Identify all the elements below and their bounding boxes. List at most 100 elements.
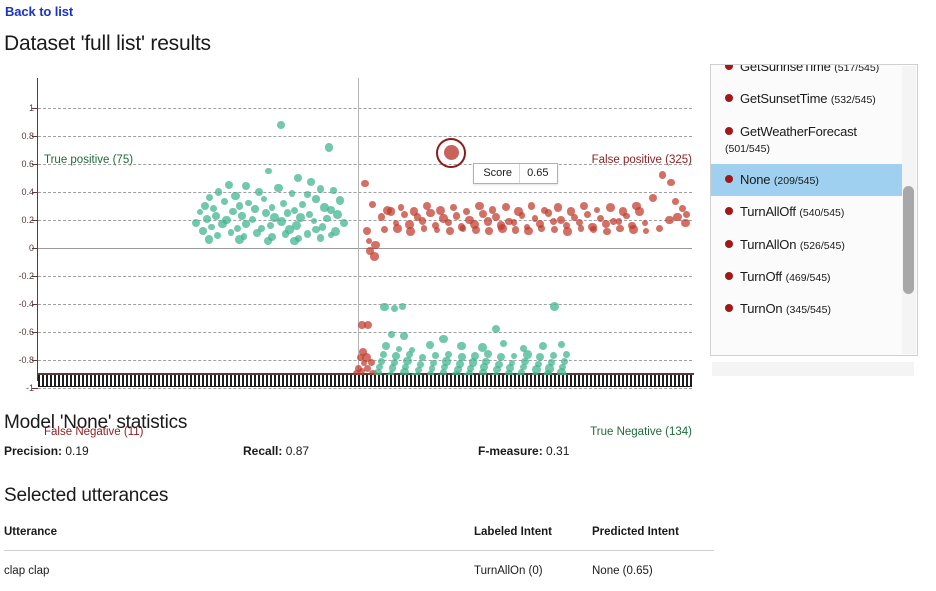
scatter-point[interactable] xyxy=(330,187,336,193)
scatter-point[interactable] xyxy=(472,226,480,234)
legend-item-none[interactable]: None (209/545) xyxy=(711,164,903,196)
column-header-utterance[interactable]: Utterance xyxy=(4,526,474,551)
scatter-point[interactable] xyxy=(514,207,522,215)
scatter-point[interactable] xyxy=(391,305,398,312)
scatter-point[interactable] xyxy=(563,351,570,358)
scatter-point[interactable] xyxy=(282,230,289,237)
scatter-point[interactable] xyxy=(261,196,267,202)
scatter-point[interactable] xyxy=(432,352,439,359)
scatter-point[interactable] xyxy=(358,321,366,329)
scatter-chart[interactable]: 1 0.8 0.6 0.4 0.2 0 -0.2 -0.4 -0.6 -0.8 -1 Score 0… xyxy=(0,70,700,385)
scatter-point[interactable] xyxy=(632,202,640,210)
scatter-point[interactable] xyxy=(538,225,544,231)
legend-vertical-scrollbar-track[interactable] xyxy=(902,66,916,354)
scatter-point[interactable] xyxy=(665,216,674,225)
scatter-point[interactable] xyxy=(277,217,286,226)
scatter-point[interactable] xyxy=(590,226,597,233)
scatter-point[interactable] xyxy=(603,228,610,235)
scatter-point[interactable] xyxy=(683,211,690,218)
scatter-point[interactable] xyxy=(524,227,533,236)
scatter-point[interactable] xyxy=(323,215,330,222)
scatter-point[interactable] xyxy=(554,203,563,212)
scatter-point[interactable] xyxy=(606,203,615,212)
scatter-point[interactable] xyxy=(265,168,272,175)
scatter-point[interactable] xyxy=(262,209,270,217)
scatter-point[interactable] xyxy=(512,226,520,234)
scatter-point[interactable] xyxy=(667,179,674,186)
scatter-point[interactable] xyxy=(311,218,317,224)
scatter-point[interactable] xyxy=(242,220,249,227)
scatter-point[interactable] xyxy=(629,225,638,234)
scatter-point[interactable] xyxy=(445,219,452,226)
legend-vertical-scrollbar-thumb[interactable] xyxy=(903,186,914,294)
scatter-point[interactable] xyxy=(238,212,246,220)
scatter-point[interactable] xyxy=(388,331,395,338)
scatter-point[interactable] xyxy=(229,208,237,216)
legend-item-getweatherforecast[interactable]: GetWeatherForecast (501/545) xyxy=(711,116,903,165)
scatter-point[interactable] xyxy=(396,346,402,352)
scatter-point[interactable] xyxy=(325,143,334,152)
scatter-point[interactable] xyxy=(218,220,226,228)
scatter-point[interactable] xyxy=(251,205,259,213)
scatter-point[interactable] xyxy=(299,201,306,208)
scatter-point[interactable] xyxy=(492,325,500,333)
scatter-point[interactable] xyxy=(498,224,507,233)
scatter-point[interactable] xyxy=(672,198,679,205)
scatter-point[interactable] xyxy=(304,230,312,238)
scatter-point[interactable] xyxy=(291,207,298,214)
scatter-point[interactable] xyxy=(235,235,244,244)
scatter-point[interactable] xyxy=(439,335,447,343)
scatter-point[interactable] xyxy=(558,341,565,348)
scatter-point[interactable] xyxy=(616,218,622,224)
scatter-point[interactable] xyxy=(312,226,319,233)
scatter-point[interactable] xyxy=(410,207,418,215)
scatter-point[interactable] xyxy=(539,342,548,351)
scatter-point[interactable] xyxy=(643,228,649,234)
scatter-point[interactable] xyxy=(450,204,457,211)
scatter-point[interactable] xyxy=(307,178,315,186)
scatter-point[interactable] xyxy=(269,204,275,210)
scatter-point[interactable] xyxy=(304,191,311,198)
scatter-point[interactable] xyxy=(289,190,295,196)
scatter-point[interactable] xyxy=(333,210,342,219)
back-to-list-link[interactable]: Back to list xyxy=(5,4,73,19)
scatter-point[interactable] xyxy=(436,206,445,215)
scatter-point[interactable] xyxy=(399,303,406,310)
scatter-point[interactable] xyxy=(234,225,241,232)
scatter-point[interactable] xyxy=(434,227,440,233)
scatter-point[interactable] xyxy=(201,202,209,210)
scatter-point[interactable] xyxy=(264,237,272,245)
scatter-point[interactable] xyxy=(616,225,624,233)
scatter-point[interactable] xyxy=(274,184,282,192)
scatter-point[interactable] xyxy=(255,188,263,196)
scatter-point[interactable] xyxy=(550,352,557,359)
scatter-point[interactable] xyxy=(419,354,426,361)
scatter-point[interactable] xyxy=(253,229,261,237)
scatter-point[interactable] xyxy=(192,219,200,227)
scatter-point[interactable] xyxy=(378,213,385,220)
scatter-point[interactable] xyxy=(528,202,535,209)
scatter-point[interactable] xyxy=(457,342,466,351)
scatter-point[interactable] xyxy=(584,211,591,218)
intent-legend-panel[interactable]: GetSunriseTime (517/545) GetSunsetTime (5… xyxy=(710,64,918,356)
scatter-point[interactable] xyxy=(249,216,256,223)
scatter-point[interactable] xyxy=(659,171,667,179)
scatter-point[interactable] xyxy=(280,200,287,207)
scatter-point[interactable] xyxy=(446,227,454,235)
scatter-point[interactable] xyxy=(206,194,214,202)
scatter-point[interactable] xyxy=(453,212,461,220)
scatter-point[interactable] xyxy=(681,219,690,228)
scatter-point[interactable] xyxy=(656,225,663,232)
scatter-point[interactable] xyxy=(400,332,408,340)
scatter-point[interactable] xyxy=(578,225,584,231)
scatter-point[interactable] xyxy=(214,232,221,239)
scatter-point[interactable] xyxy=(228,229,235,236)
scatter-point[interactable] xyxy=(267,222,274,229)
scatter-point[interactable] xyxy=(550,302,559,311)
scatter-point[interactable] xyxy=(460,225,467,232)
scatter-point[interactable] xyxy=(563,227,572,236)
scatter-point[interactable] xyxy=(500,340,507,347)
scatter-point[interactable] xyxy=(475,202,484,211)
scatter-point[interactable] xyxy=(306,211,313,218)
column-header-predicted-intent[interactable]: Predicted Intent xyxy=(592,526,714,551)
